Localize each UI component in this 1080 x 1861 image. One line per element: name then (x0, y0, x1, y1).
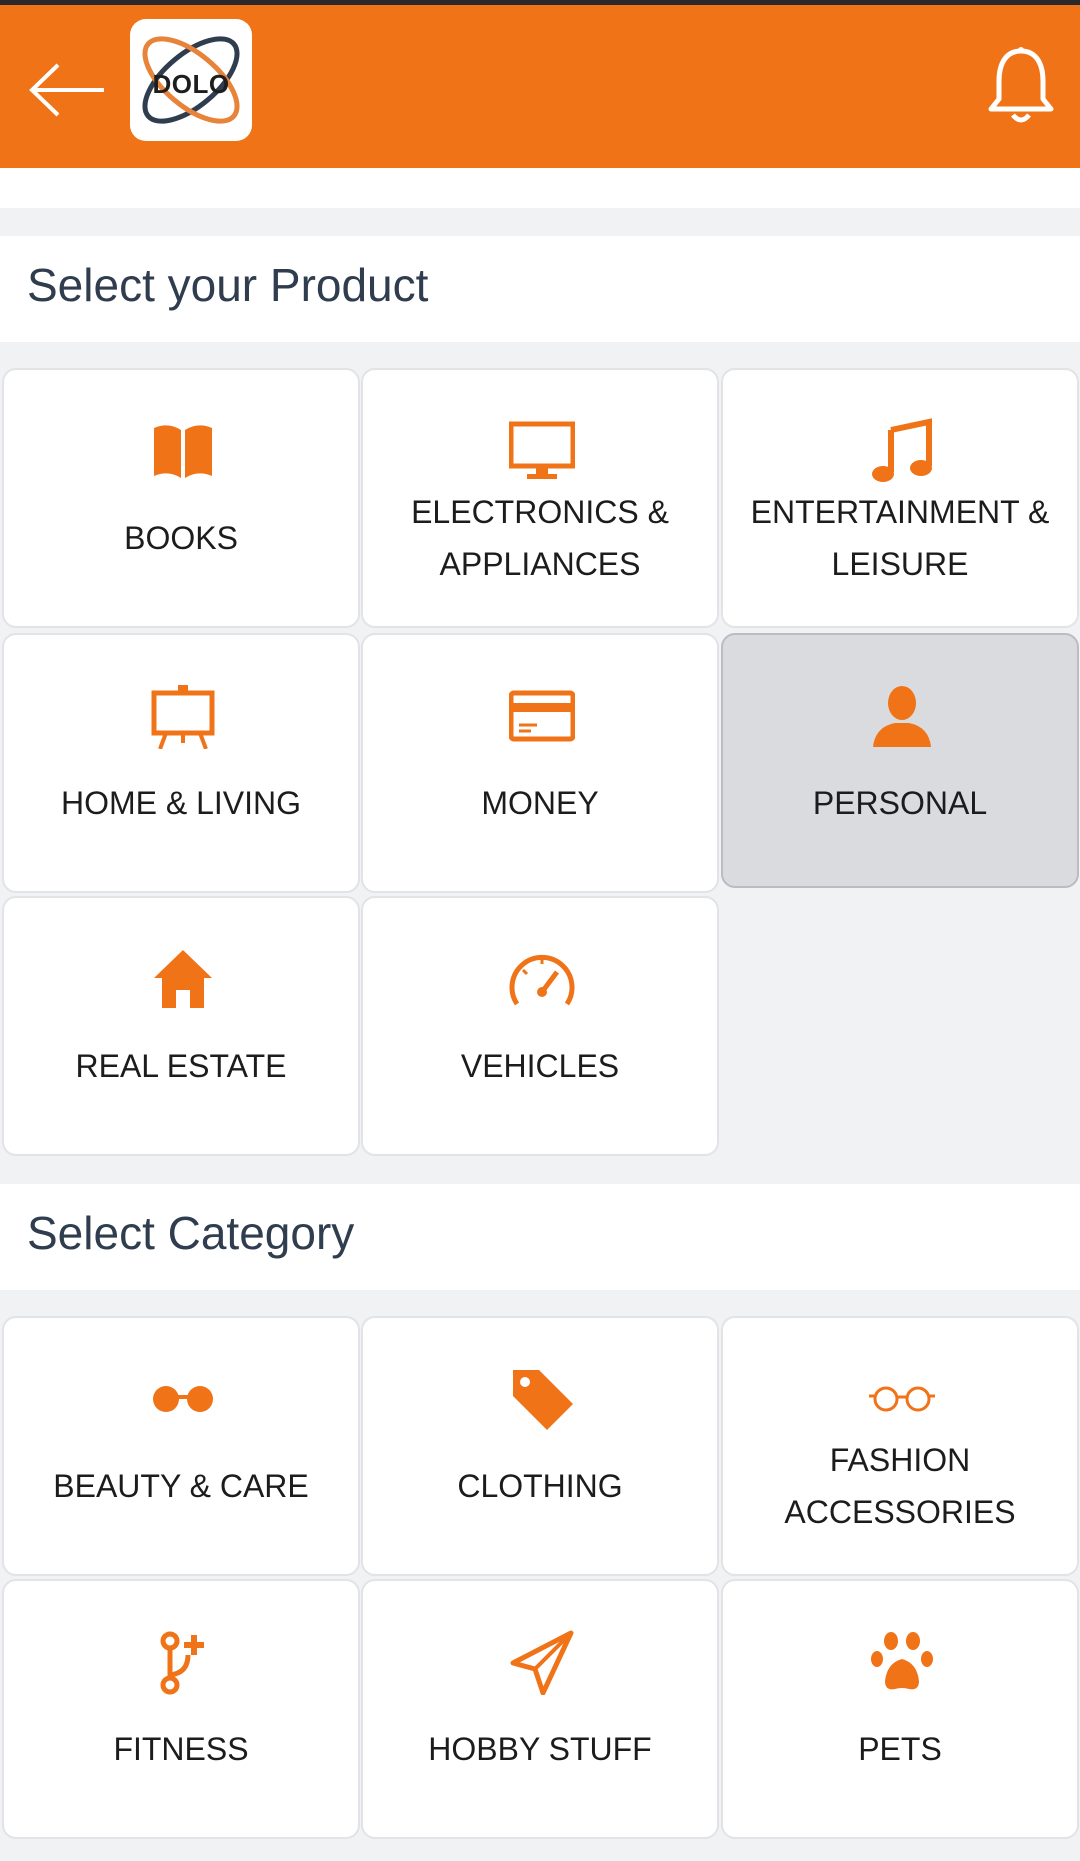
category-label: FASHION ACCESSORIES (784, 1442, 1016, 1530)
product-label: ELECTRONICS & APPLIANCES (411, 494, 669, 582)
category-tile-hobby-stuff[interactable]: HOBBY STUFF (361, 1579, 719, 1839)
category-section-header: Select Category (0, 1184, 1080, 1290)
category-label: PETS (858, 1731, 942, 1767)
credit-card-icon (509, 690, 575, 742)
person-icon (873, 686, 931, 747)
product-label: ENTERTAINMENT & LEISURE (750, 494, 1050, 582)
category-label: CLOTHING (457, 1468, 623, 1504)
easel-icon (151, 685, 215, 749)
house-icon (154, 950, 212, 1008)
arrow-left-icon (29, 63, 104, 117)
product-tile-vehicles[interactable]: VEHICLES (361, 896, 719, 1156)
product-label: HOME & LIVING (60, 785, 302, 821)
app-logo: DOLO (130, 19, 252, 141)
category-label: HOBBY STUFF (428, 1731, 652, 1767)
product-label: REAL ESTATE (75, 1048, 287, 1084)
product-tile-real-estate[interactable]: REAL ESTATE (2, 896, 360, 1156)
dumbbell-glasses-icon (153, 1386, 213, 1412)
category-tile-fitness[interactable]: FITNESS (2, 1579, 360, 1839)
product-tile-electronics[interactable]: ELECTRONICS & APPLIANCES (361, 368, 719, 628)
speedometer-icon (509, 954, 575, 1006)
product-tile-money[interactable]: MONEY (361, 633, 719, 893)
book-icon (154, 425, 212, 478)
music-note-icon (872, 418, 932, 482)
product-section-header: Select your Product (0, 236, 1080, 342)
monitor-icon (509, 421, 575, 479)
paper-plane-icon (510, 1630, 574, 1695)
category-tile-beauty-care[interactable]: BEAUTY & CARE (2, 1316, 360, 1576)
category-tile-clothing[interactable]: CLOTHING (361, 1316, 719, 1576)
tag-icon (513, 1370, 573, 1430)
category-section-title: Select Category (27, 1207, 355, 1259)
bell-icon (988, 47, 1054, 123)
product-tile-books[interactable]: BOOKS (2, 368, 360, 628)
back-button[interactable] (28, 55, 108, 125)
product-label: VEHICLES (460, 1048, 620, 1084)
paw-icon (871, 1632, 933, 1690)
branch-plus-icon (160, 1631, 204, 1695)
product-label: MONEY (481, 785, 599, 821)
logo-text: DOLO (152, 69, 230, 99)
eyeglasses-icon (869, 1386, 935, 1412)
app-bar: DOLO (0, 5, 1080, 168)
category-tile-fashion-accessories[interactable]: FASHION ACCESSORIES (721, 1316, 1079, 1576)
notifications-button[interactable] (985, 45, 1057, 127)
category-label: FITNESS (113, 1731, 249, 1767)
product-tile-personal[interactable]: PERSONAL (721, 633, 1079, 888)
product-section-title: Select your Product (27, 259, 429, 311)
product-label: BOOKS (124, 520, 238, 556)
product-label: PERSONAL (812, 785, 988, 821)
product-tile-entertainment[interactable]: ENTERTAINMENT & LEISURE (721, 368, 1079, 628)
header-spacer (0, 168, 1080, 208)
category-label: BEAUTY & CARE (53, 1468, 309, 1504)
category-tile-pets[interactable]: PETS (721, 1579, 1079, 1839)
product-tile-home-living[interactable]: HOME & LIVING (2, 633, 360, 893)
